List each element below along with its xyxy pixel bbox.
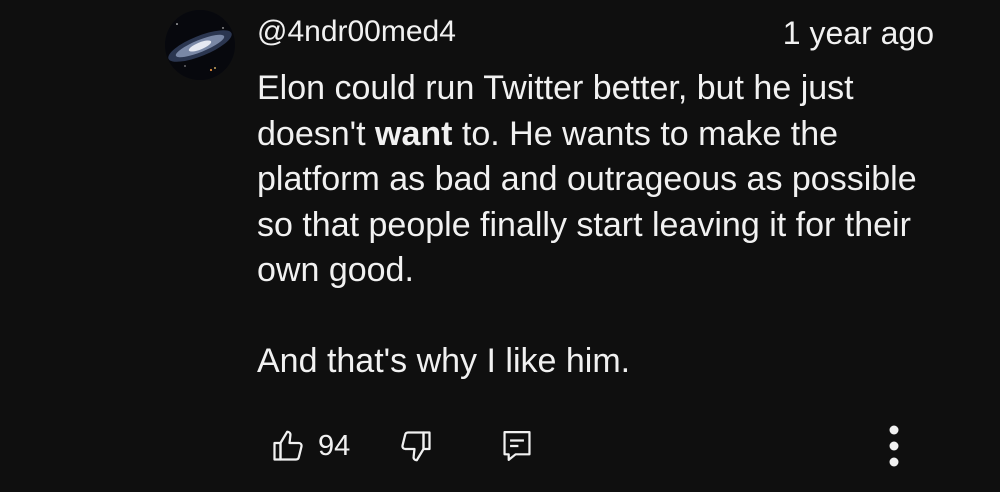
thumbs-down-icon <box>401 431 431 462</box>
galaxy-avatar-icon <box>165 10 235 80</box>
comment-body: Elon could run Twitter better, but he ju… <box>257 66 947 385</box>
comment-action-bar: 94 <box>0 418 1000 474</box>
comment-thread-item: @4ndr00med4 1 year ago Elon could run Tw… <box>0 0 1000 492</box>
comment-timestamp[interactable]: 1 year ago <box>783 14 934 52</box>
dislike-button[interactable] <box>396 424 436 468</box>
comment-paragraph: Elon could run Twitter better, but he ju… <box>257 66 947 294</box>
avatar[interactable] <box>165 10 235 80</box>
reply-comment-icon <box>503 431 531 461</box>
comment-author[interactable]: @4ndr00med4 <box>257 14 456 50</box>
reply-button[interactable] <box>497 424 537 468</box>
comment-paragraph: And that's why I like him. <box>257 342 631 380</box>
like-button[interactable] <box>268 424 308 468</box>
more-options-button[interactable] <box>874 420 914 472</box>
thumbs-up-icon <box>273 430 303 461</box>
more-vertical-icon <box>889 425 899 467</box>
like-count: 94 <box>318 430 351 462</box>
comment-text-bold: want <box>375 114 453 153</box>
